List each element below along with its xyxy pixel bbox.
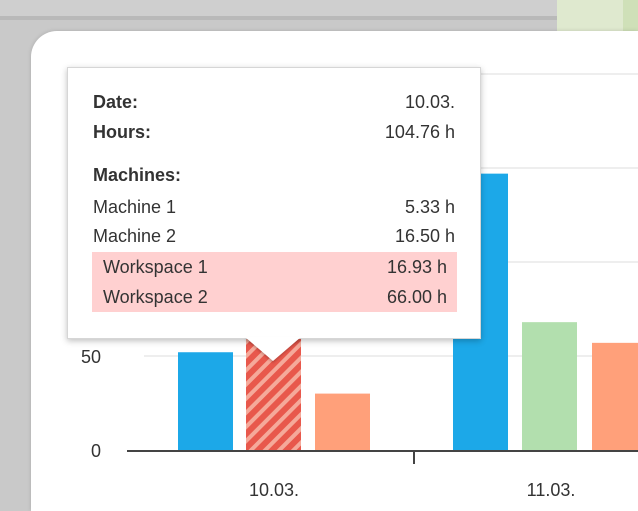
- tooltip-date-row: Date: 10.03.: [93, 89, 455, 115]
- tooltip-row-machine-2: Machine 2 16.50 h: [93, 223, 455, 249]
- tooltip-row-value: 66.00 h: [386, 287, 447, 307]
- tooltip-hours-label: Hours:: [93, 122, 151, 142]
- tooltip-row-machine-1: Machine 1 5.33 h: [93, 194, 455, 220]
- x-axis: [127, 450, 638, 464]
- x-tick-label: 10.03.: [249, 480, 299, 498]
- tooltip-row-value: 16.50 h: [394, 226, 455, 246]
- tooltip-hours-value: 104.76 h: [384, 122, 455, 142]
- bar-1003-2[interactable]: [315, 393, 370, 450]
- tooltip-row-label: Machine 1: [93, 197, 177, 217]
- background-top: [0, 0, 557, 16]
- tooltip-row-label: Workspace 1: [103, 257, 208, 277]
- tooltip-hours-row: Hours: 104.76 h: [93, 119, 455, 145]
- tooltip-date-value: 10.03.: [404, 92, 455, 112]
- tooltip-row-workspace-1: Workspace 1 16.93 h: [92, 252, 457, 282]
- tooltip-pointer: [245, 337, 301, 361]
- y-axis-ticks: 0 50: [81, 347, 101, 461]
- tooltip-row-value: 5.33 h: [404, 197, 455, 217]
- tooltip-date-label: Date:: [93, 92, 139, 112]
- x-axis-ticks: 10.03. 11.03.: [249, 480, 575, 498]
- tooltip-machines-heading-row: Machines:: [93, 162, 455, 188]
- tooltip-machines-heading: Machines:: [93, 165, 182, 185]
- bar-1003-0[interactable]: [178, 352, 233, 450]
- tooltip-row-label: Workspace 2: [103, 287, 208, 307]
- y-tick-label: 0: [91, 441, 101, 461]
- tooltip-row-label: Machine 2: [93, 226, 177, 246]
- background-shadow: [0, 16, 557, 20]
- tooltip-row-workspace-2: Workspace 2 66.00 h: [92, 282, 457, 312]
- tooltip-row-value: 16.93 h: [386, 257, 447, 277]
- bar-1103-5[interactable]: [592, 342, 638, 450]
- y-tick-label: 50: [81, 347, 101, 367]
- x-tick-label: 11.03.: [527, 480, 576, 498]
- bar-1103-4[interactable]: [522, 322, 577, 450]
- chart-tooltip: Date: 10.03. Hours: 104.76 h Machines: M…: [67, 67, 481, 339]
